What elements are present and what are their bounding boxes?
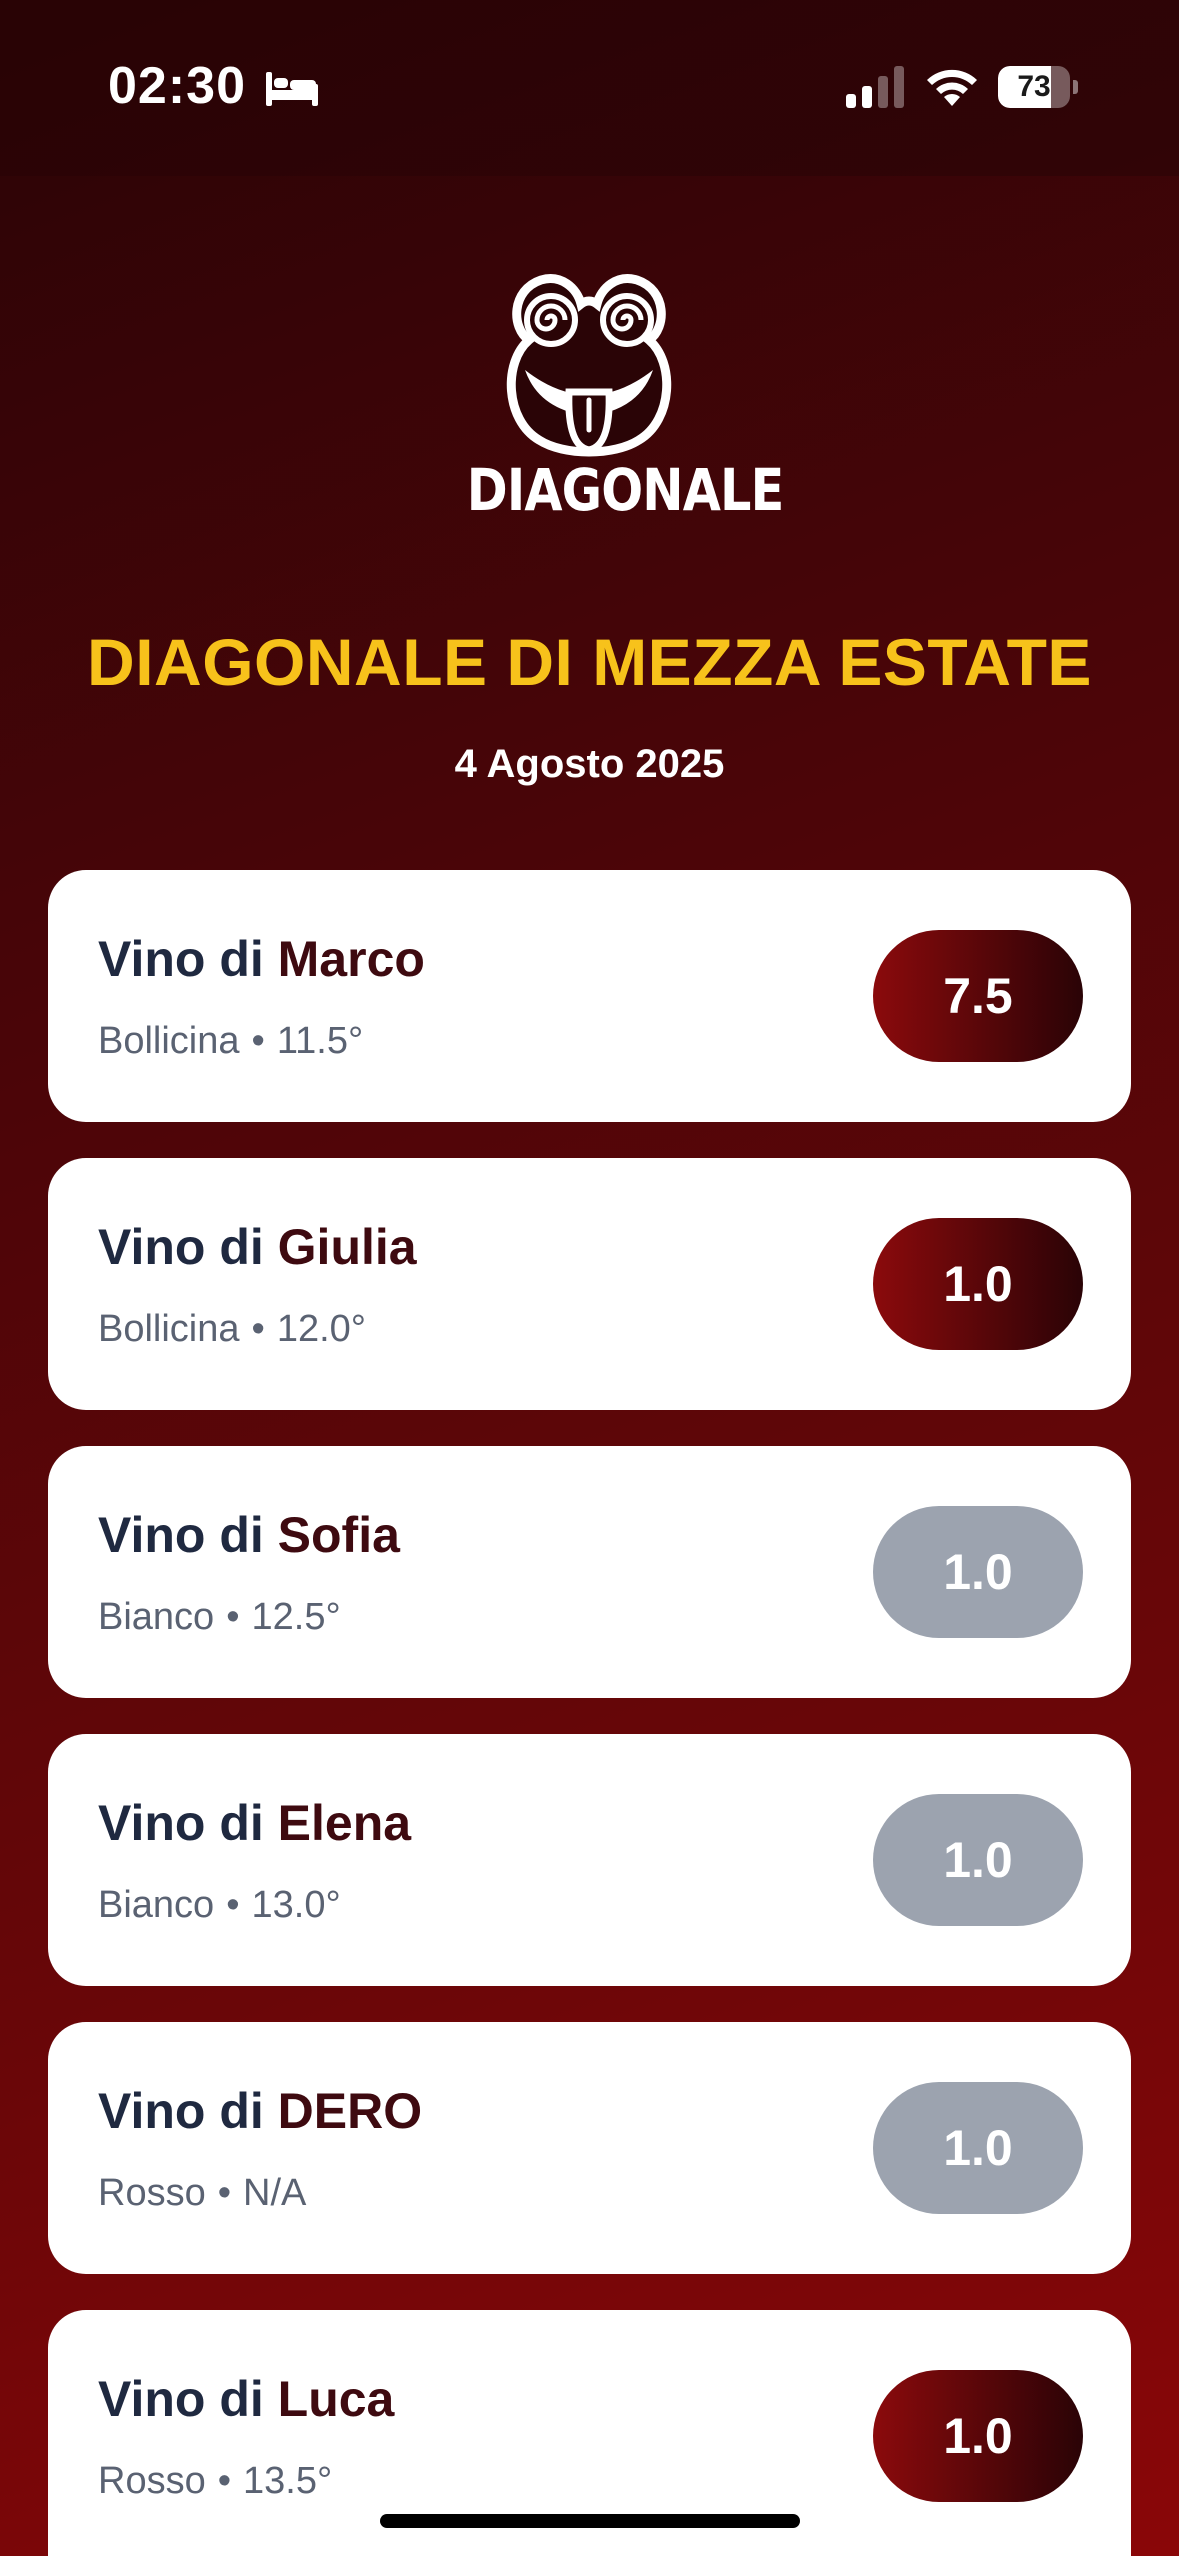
wine-title-prefix: Vino di — [98, 1795, 264, 1851]
diagonale-logo: DIAGONALE — [445, 270, 785, 530]
wine-abv: N/A — [243, 2172, 307, 2214]
wine-card[interactable]: Vino di Giulia Bollicina • 12.0° 1.0 — [48, 1158, 1131, 1410]
wine-abv: 12.5° — [251, 1596, 341, 1638]
separator-dot: • — [226, 1596, 240, 1638]
wine-title: Vino di Luca — [98, 2370, 394, 2428]
wine-type: Bianco — [98, 1884, 215, 1926]
wine-card[interactable]: Vino di Elena Bianco • 13.0° 1.0 — [48, 1734, 1131, 1986]
wine-owner: Luca — [277, 2371, 395, 2427]
score-badge[interactable]: 1.0 — [873, 1218, 1083, 1350]
battery-percentage: 73 — [1017, 70, 1051, 103]
wine-details: Rosso • 13.5° — [98, 2460, 332, 2503]
wine-abv: 13.0° — [251, 1884, 341, 1926]
wine-title-prefix: Vino di — [98, 1507, 264, 1563]
separator-dot: • — [217, 2172, 232, 2214]
status-bar: 02:30 73 — [0, 0, 1179, 176]
wine-type: Bollicina — [98, 1020, 240, 1062]
wine-type: Bollicina — [98, 1308, 240, 1350]
wine-details: Bollicina • 11.5° — [98, 1020, 363, 1063]
wine-title: Vino di Giulia — [98, 1218, 417, 1276]
status-time: 02:30 — [108, 57, 246, 115]
event-title: DIAGONALE DI MEZZA ESTATE — [87, 625, 1092, 699]
score-badge[interactable]: 1.0 — [873, 1506, 1083, 1638]
separator-dot: • — [226, 1884, 240, 1926]
wine-abv: 11.5° — [276, 1020, 364, 1062]
wine-type: Rosso — [98, 2460, 206, 2502]
score-badge[interactable]: 1.0 — [873, 1794, 1083, 1926]
wine-owner: Marco — [277, 931, 425, 987]
score-badge[interactable]: 1.0 — [873, 2082, 1083, 2214]
wine-type: Bianco — [98, 1596, 215, 1638]
frog-face-icon — [506, 274, 672, 457]
wifi-icon — [927, 69, 977, 106]
wine-title: Vino di Sofia — [98, 1506, 400, 1564]
battery-tip — [1073, 80, 1078, 94]
wine-owner: Giulia — [277, 1219, 417, 1275]
wine-title: Vino di DERO — [98, 2082, 422, 2140]
event-date: 4 Agosto 2025 — [454, 742, 725, 786]
wine-card[interactable]: Vino di DERO Rosso • N/A 1.0 — [48, 2022, 1131, 2274]
score-badge[interactable]: 7.5 — [873, 930, 1083, 1062]
bed-icon — [266, 72, 318, 106]
score-badge[interactable]: 1.0 — [873, 2370, 1083, 2502]
wine-details: Rosso • N/A — [98, 2172, 306, 2215]
wine-card[interactable]: Vino di Sofia Bianco • 12.5° 1.0 — [48, 1446, 1131, 1698]
wine-details: Bianco • 12.5° — [98, 1596, 341, 1639]
wine-details: Bollicina • 12.0° — [98, 1308, 366, 1351]
wine-details: Bianco • 13.0° — [98, 1884, 341, 1927]
wine-type: Rosso — [98, 2172, 206, 2214]
separator-dot: • — [251, 1308, 265, 1350]
cellular-signal-icon — [846, 66, 904, 108]
wine-title-prefix: Vino di — [98, 2371, 264, 2427]
wine-title: Vino di Marco — [98, 930, 425, 988]
separator-dot: • — [251, 1020, 265, 1062]
wine-card[interactable]: Vino di Marco Bollicina • 11.5° 7.5 — [48, 870, 1131, 1122]
wine-title-prefix: Vino di — [98, 2083, 264, 2139]
wine-abv: 13.5° — [243, 2460, 333, 2502]
wine-owner: Elena — [277, 1795, 412, 1851]
wine-owner: Sofia — [277, 1507, 400, 1563]
wine-title: Vino di Elena — [98, 1794, 411, 1852]
separator-dot: • — [217, 2460, 232, 2502]
wine-owner: DERO — [277, 2083, 423, 2139]
battery-icon: 73 — [998, 66, 1078, 108]
battery-body: 73 — [998, 66, 1070, 108]
logo-wordmark: DIAGONALE — [466, 456, 785, 524]
wine-title-prefix: Vino di — [98, 931, 264, 987]
wine-title-prefix: Vino di — [98, 1219, 264, 1275]
wine-abv: 12.0° — [276, 1308, 366, 1350]
home-indicator[interactable] — [380, 2514, 800, 2528]
